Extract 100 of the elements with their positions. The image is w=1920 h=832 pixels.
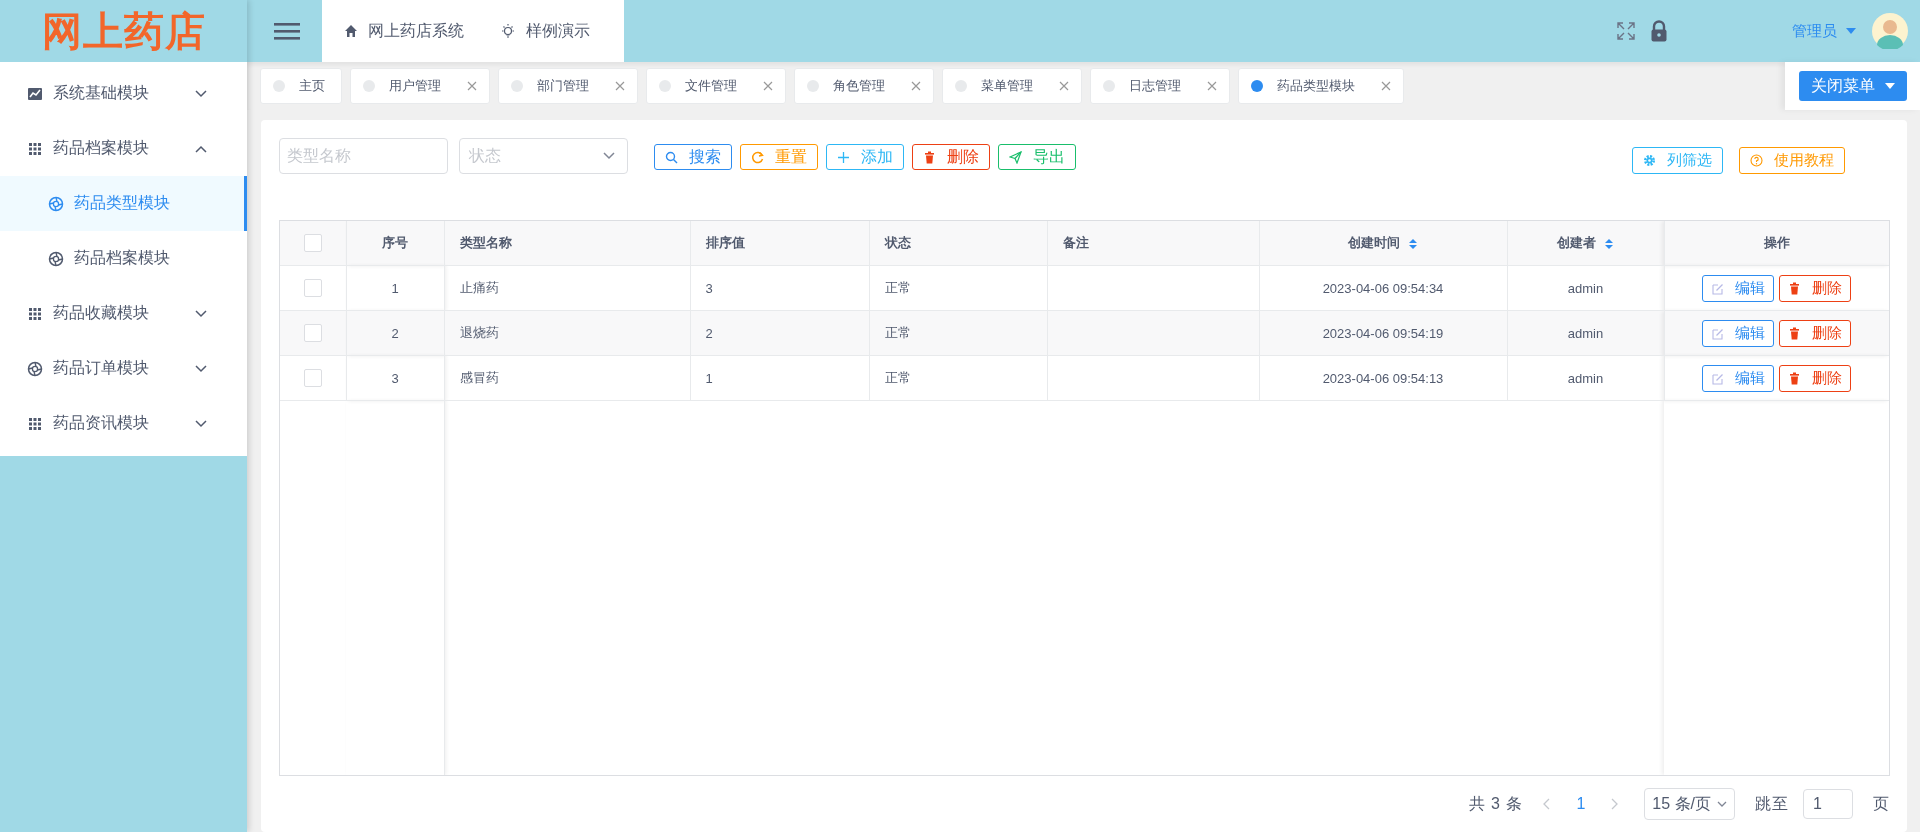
chevron-left-icon [1543, 798, 1551, 810]
page-unit-label: 页 [1873, 793, 1890, 814]
delete-button[interactable]: 删除 [1779, 274, 1852, 302]
trash-icon [1788, 326, 1802, 340]
column-header-cell: 创建者 [1507, 221, 1664, 266]
aperture-icon [48, 195, 64, 212]
row-checkbox[interactable] [303, 369, 322, 387]
sort-icon [1408, 237, 1418, 250]
table-cell: 2 [705, 325, 713, 341]
table-cell: 感冒药 [459, 370, 499, 385]
edit-button[interactable]: 编辑 [1702, 274, 1775, 302]
plus-icon [837, 150, 850, 164]
edit-button[interactable]: 编辑 [1702, 364, 1775, 392]
row-checkbox[interactable] [303, 279, 322, 297]
sidebar-item[interactable]: 药品收藏模块 [0, 286, 247, 341]
tab-label: 用户管理 [389, 77, 441, 95]
select-all-checkbox[interactable] [303, 234, 322, 252]
delete-button[interactable]: 删除 [1779, 319, 1852, 347]
column-header-cell: 备注 [1047, 221, 1259, 266]
table-cell: 2023-04-06 09:54:19 [1322, 325, 1444, 341]
edit-icon [1711, 326, 1725, 340]
column-header-cell: 操作 [1664, 221, 1889, 266]
trash-icon [923, 150, 936, 164]
sidebar-subitem[interactable]: 药品档案模块 [0, 231, 247, 286]
aperture-icon [27, 360, 43, 377]
total-count: 共 3 条 [1468, 793, 1524, 814]
table-cell: 正常 [884, 280, 911, 295]
table-cell: 正常 [884, 370, 911, 385]
tab-label: 主页 [299, 77, 325, 95]
refresh-icon [751, 150, 764, 164]
nav-link[interactable]: 网上药店系统 [344, 20, 464, 42]
close-icon [911, 81, 921, 91]
sidebar-item[interactable]: 药品订单模块 [0, 341, 247, 396]
page-tab[interactable]: 文件管理 [646, 68, 786, 104]
trash-icon [1788, 281, 1802, 295]
nav-link[interactable]: 样例演示 [500, 20, 590, 42]
chevron-down-icon [195, 309, 207, 318]
caret-down-icon [1884, 83, 1895, 89]
page-tab[interactable]: 日志管理 [1090, 68, 1230, 104]
table-cell: 正常 [884, 325, 911, 340]
tab-label: 角色管理 [833, 77, 885, 95]
fullscreen-button[interactable] [1616, 21, 1636, 41]
send-icon [1009, 150, 1022, 164]
logo-text: 网上药店 [41, 7, 206, 55]
page-tab[interactable]: 药品类型模块 [1238, 68, 1404, 104]
close-icon [1059, 81, 1069, 91]
chevron-down-icon [195, 89, 207, 98]
home-icon [344, 24, 358, 38]
edit-icon [1711, 371, 1725, 385]
page-tab[interactable]: 菜单管理 [942, 68, 1082, 104]
column-header-cell: 创建时间 [1259, 221, 1507, 266]
table-cell: 退烧药 [459, 325, 499, 340]
search-button[interactable]: 搜索 [654, 144, 732, 170]
table-cell: 1 [705, 370, 713, 386]
close-icon [763, 81, 773, 91]
column-header-cell: 类型名称 [444, 221, 690, 266]
lock-icon [1650, 20, 1668, 42]
menu-button[interactable] [274, 21, 300, 41]
search-field[interactable]: 类型名称 [279, 138, 448, 174]
sidebar-item[interactable]: 药品档案模块 [0, 121, 247, 176]
lightbulb-icon [500, 23, 516, 39]
menu-icon [274, 21, 300, 41]
page-size-select[interactable]: 15 条/页 [1644, 788, 1735, 820]
sidebar-item[interactable]: 系统基础模块 [0, 66, 247, 121]
search-icon [665, 150, 678, 164]
sidebar-item[interactable]: 药品资讯模块 [0, 396, 247, 451]
help-icon [1750, 154, 1763, 167]
chevron-right-icon [1611, 798, 1619, 810]
tab-label: 文件管理 [685, 77, 737, 95]
edit-button[interactable]: 编辑 [1702, 319, 1775, 347]
jump-label: 跳至 [1755, 793, 1789, 814]
page-tab[interactable]: 部门管理 [498, 68, 638, 104]
page-tab[interactable]: 用户管理 [350, 68, 490, 104]
page-tab[interactable]: 主页 [260, 68, 342, 104]
lock-button[interactable] [1650, 20, 1668, 42]
chevron-down-icon [603, 152, 615, 160]
close-icon [467, 81, 477, 91]
delete-button[interactable]: 删除 [912, 144, 990, 170]
table-cell: 3 [391, 370, 399, 386]
table-cell: 3 [705, 280, 713, 296]
avatar-icon [1872, 13, 1908, 49]
page-tab[interactable]: 角色管理 [794, 68, 934, 104]
tab-label: 部门管理 [537, 77, 589, 95]
chevron-down-icon [195, 419, 207, 428]
grid-icon [27, 305, 43, 322]
grid-icon [27, 140, 43, 157]
table-cell: admin [1567, 325, 1604, 341]
table-cell: admin [1567, 370, 1604, 386]
close-icon [615, 81, 625, 91]
table-cell: 2023-04-06 09:54:13 [1322, 370, 1444, 386]
table-cell: admin [1567, 280, 1604, 296]
caret-down-icon [1846, 28, 1856, 34]
sort-icon [1604, 237, 1614, 250]
page-number[interactable]: 1 [1570, 795, 1592, 813]
table-cell: 1 [391, 280, 399, 296]
row-checkbox[interactable] [303, 324, 322, 342]
chevron-up-icon [195, 144, 207, 153]
page-jump-field[interactable]: 1 [1803, 789, 1853, 819]
trash-icon [1788, 371, 1802, 385]
delete-button[interactable]: 删除 [1779, 364, 1852, 392]
